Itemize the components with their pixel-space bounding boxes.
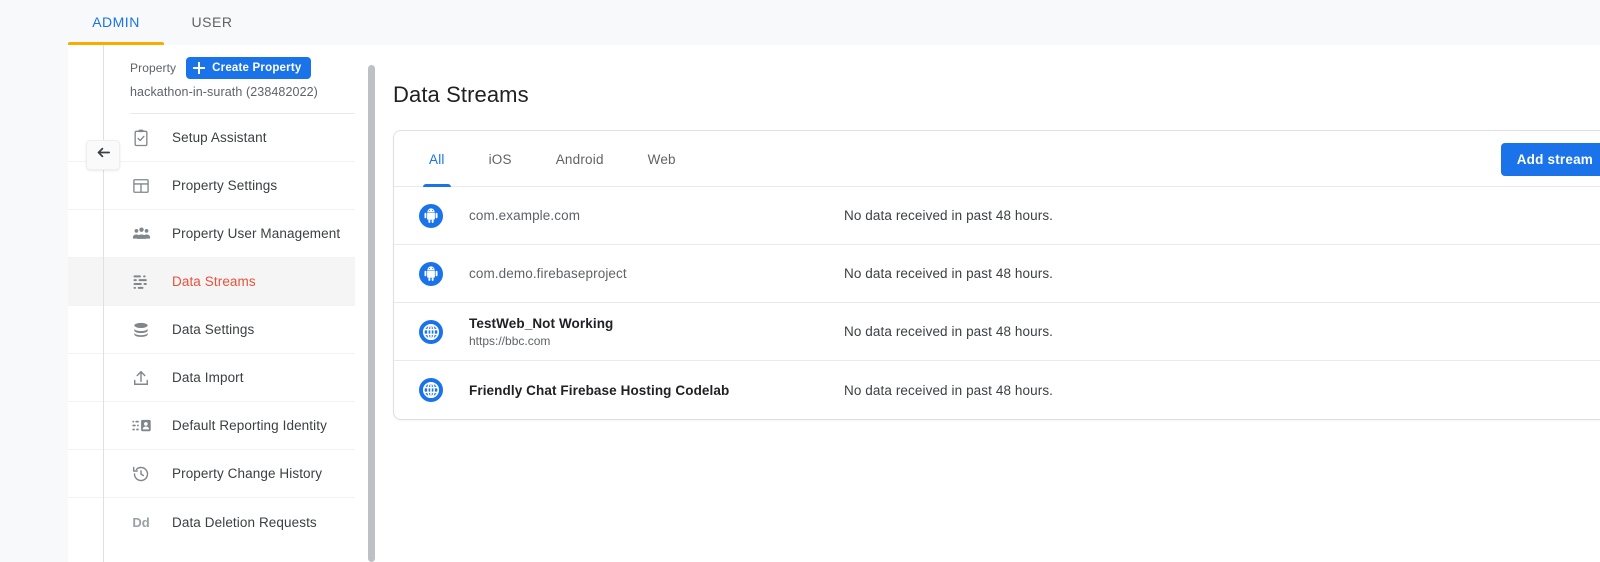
sidebar-item-data-import[interactable]: Data Import	[68, 354, 355, 402]
sidebar-item-data-streams[interactable]: Data Streams	[68, 258, 355, 306]
stream-title: TestWeb_Not Working	[469, 315, 799, 332]
stream-names: TestWeb_Not Working https://bbc.com	[469, 315, 799, 349]
web-stream-icon	[418, 377, 444, 403]
create-property-label: Create Property	[212, 62, 301, 74]
stream-title: com.demo.firebaseproject	[469, 265, 799, 282]
sidebar-item-label: Property User Management	[172, 226, 340, 241]
admin-page: ADMIN USER Property Create Property hack…	[0, 0, 1600, 562]
create-property-button[interactable]: Create Property	[186, 57, 311, 79]
web-stream-icon	[418, 319, 444, 345]
arrow-left-icon	[95, 144, 112, 166]
sidebar-item-data-deletion-requests[interactable]: Dd Data Deletion Requests	[68, 498, 355, 546]
people-group-icon	[130, 223, 152, 245]
tab-web[interactable]: Web	[626, 131, 698, 187]
sidebar-vertical-divider	[103, 45, 104, 562]
stream-names: Friendly Chat Firebase Hosting Codelab	[469, 382, 799, 399]
data-streams-card: All iOS Android Web Add stream	[393, 130, 1600, 420]
sidebar-item-label: Default Reporting Identity	[172, 418, 327, 433]
sidebar-item-label: Setup Assistant	[172, 130, 267, 145]
clipboard-check-icon	[130, 127, 152, 149]
tab-android[interactable]: Android	[534, 131, 626, 187]
property-name[interactable]: hackathon-in-surath (238482022)	[68, 77, 375, 99]
dd-text-icon: Dd	[130, 511, 152, 533]
admin-sidebar: Property Create Property hackathon-in-su…	[68, 45, 375, 562]
stream-row[interactable]: com.example.com No data received in past…	[394, 187, 1600, 245]
stream-status: No data received in past 48 hours.	[844, 383, 1053, 398]
stream-title: com.example.com	[469, 207, 799, 224]
tab-all[interactable]: All	[407, 131, 467, 187]
main-content: Data Streams All iOS Android Web Add str…	[375, 45, 1600, 562]
sidebar-item-label: Property Change History	[172, 466, 322, 481]
history-clock-icon	[130, 463, 152, 485]
sidebar-item-label: Data Deletion Requests	[172, 515, 317, 530]
stream-filter-tabs: All iOS Android Web Add stream	[394, 131, 1600, 187]
sidebar-item-label: Data Settings	[172, 322, 254, 337]
sidebar-item-label: Property Settings	[172, 178, 277, 193]
sidebar-item-label: Data Streams	[172, 274, 256, 289]
stream-status: No data received in past 48 hours.	[844, 324, 1053, 339]
property-header: Property Create Property	[68, 45, 375, 77]
sidebar-item-default-reporting-identity[interactable]: Default Reporting Identity	[68, 402, 355, 450]
stream-names: com.demo.firebaseproject	[469, 265, 799, 282]
sidebar-item-label: Data Import	[172, 370, 244, 385]
stream-title: Friendly Chat Firebase Hosting Codelab	[469, 382, 799, 399]
stream-row[interactable]: Friendly Chat Firebase Hosting Codelab N…	[394, 361, 1600, 419]
top-tab-bar: ADMIN USER	[0, 0, 1600, 44]
tab-admin[interactable]: ADMIN	[68, 0, 164, 44]
data-streams-icon	[130, 271, 152, 293]
sidebar-item-property-change-history[interactable]: Property Change History	[68, 450, 355, 498]
plus-icon	[192, 61, 206, 75]
property-label: Property	[130, 61, 176, 75]
upload-icon	[130, 367, 152, 389]
add-stream-label: Add stream	[1517, 152, 1593, 167]
android-stream-icon	[418, 203, 444, 229]
sidebar-scroll-content: Property Create Property hackathon-in-su…	[68, 45, 375, 546]
android-stream-icon	[418, 261, 444, 287]
sidebar-item-data-settings[interactable]: Data Settings	[68, 306, 355, 354]
stream-row[interactable]: TestWeb_Not Working https://bbc.com No d…	[394, 303, 1600, 361]
identity-card-icon	[130, 415, 152, 437]
tab-ios[interactable]: iOS	[467, 131, 534, 187]
sidebar-scrollbar-thumb[interactable]	[368, 65, 375, 562]
stream-status: No data received in past 48 hours.	[844, 208, 1053, 223]
layout-panel-icon	[130, 175, 152, 197]
database-stack-icon	[130, 319, 152, 341]
sidebar-item-property-user-management[interactable]: Property User Management	[68, 210, 355, 258]
add-stream-button[interactable]: Add stream	[1501, 143, 1600, 176]
tab-user[interactable]: USER	[164, 0, 260, 44]
collapse-sidebar-button[interactable]	[86, 140, 120, 170]
stream-row[interactable]: com.demo.firebaseproject No data receive…	[394, 245, 1600, 303]
stream-status: No data received in past 48 hours.	[844, 266, 1053, 281]
stream-subtitle: https://bbc.com	[469, 333, 799, 349]
stream-names: com.example.com	[469, 207, 799, 224]
page-title: Data Streams	[393, 82, 1600, 108]
